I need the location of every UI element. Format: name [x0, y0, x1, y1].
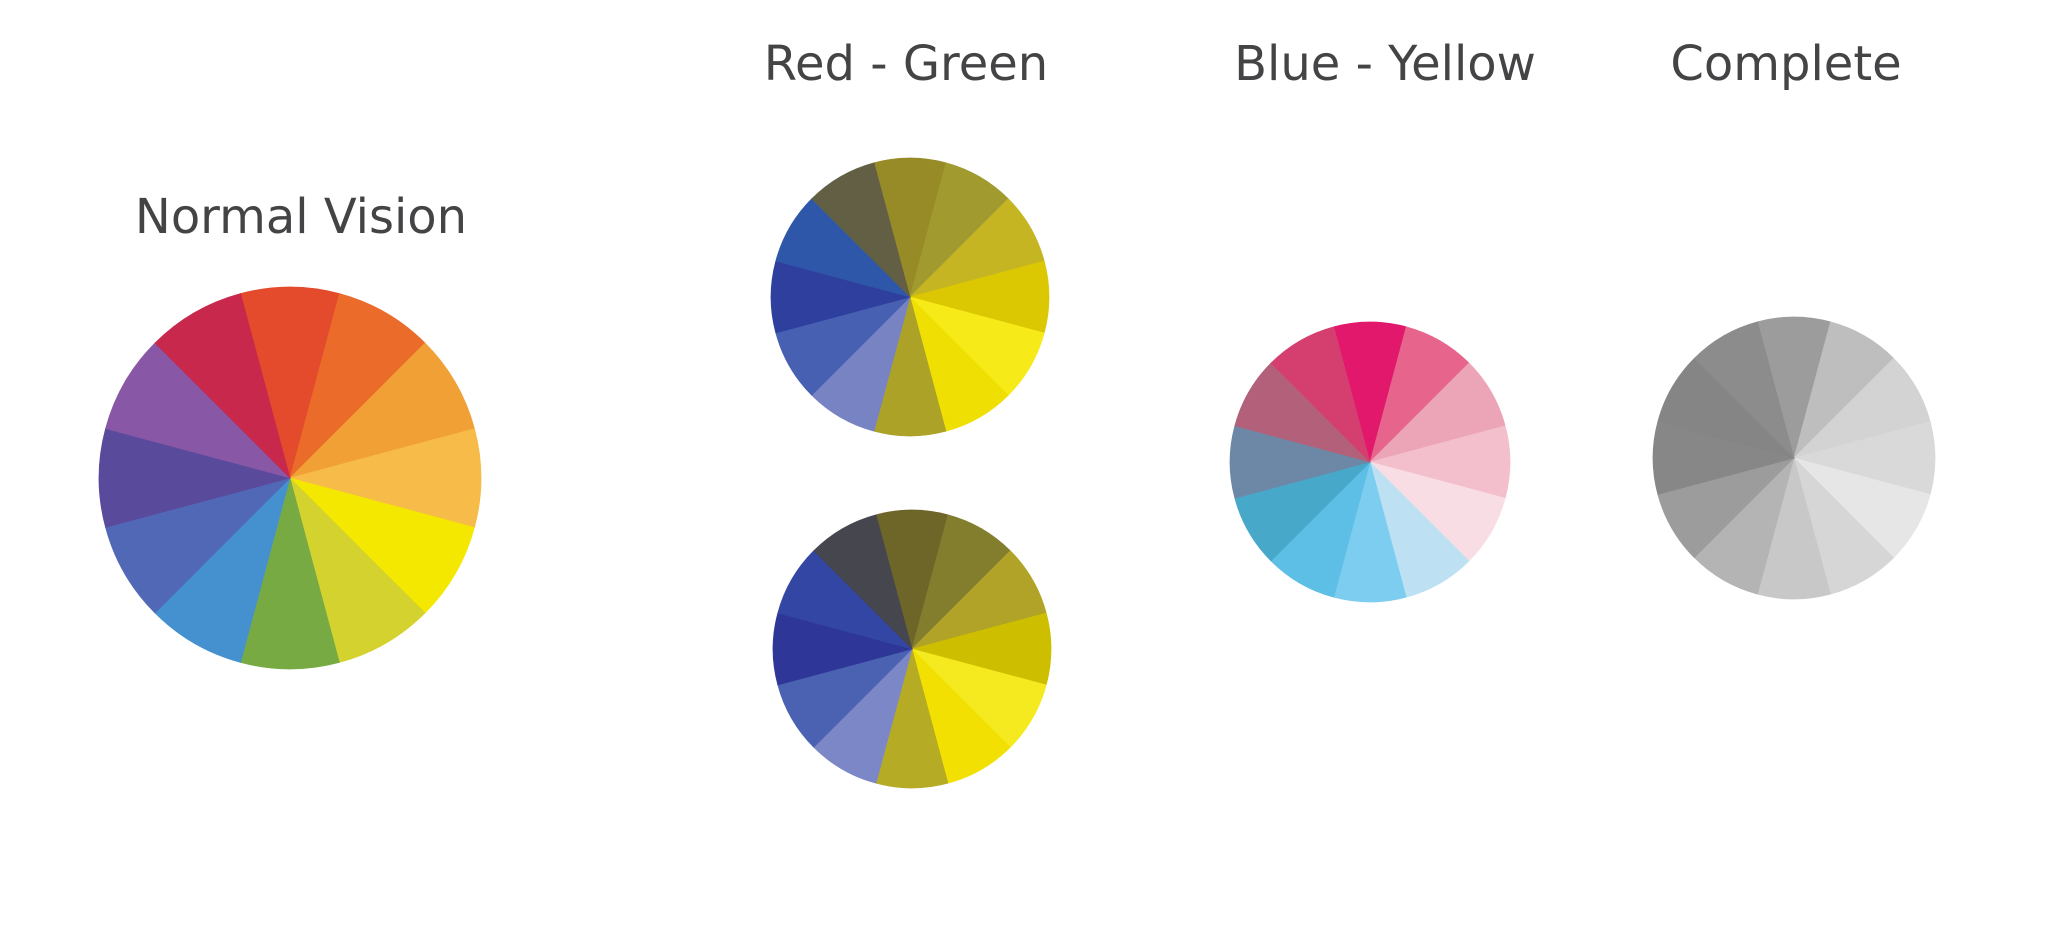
wheel-red-green-deutan: [772, 509, 1052, 789]
wheel-complete: [1652, 316, 1936, 600]
wheel-blue-yellow: [1229, 321, 1511, 603]
color-wheels-canvas: [98, 157, 1936, 789]
wheel-normal-vision: [98, 286, 482, 670]
wheel-red-green-protan: [770, 157, 1050, 437]
